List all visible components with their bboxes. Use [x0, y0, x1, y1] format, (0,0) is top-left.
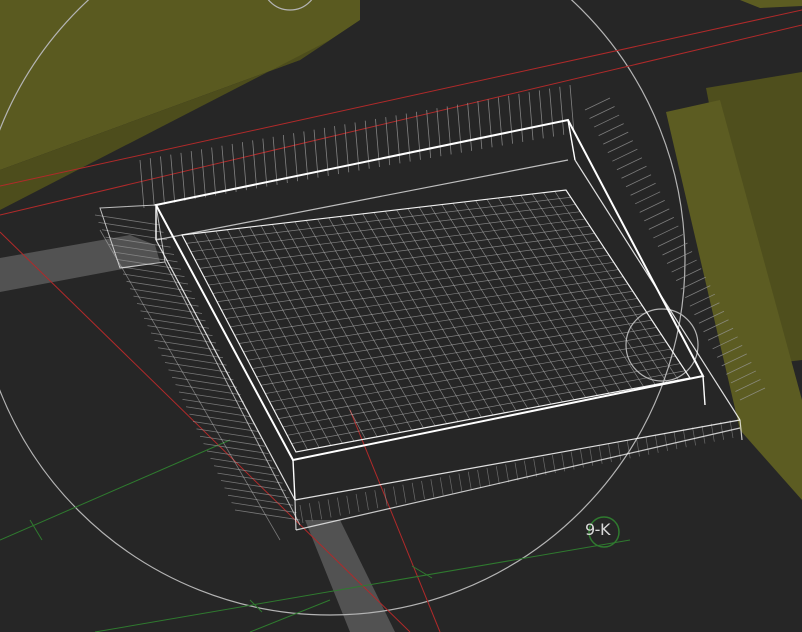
3d-model-scene[interactable]: [0, 0, 802, 632]
grey-beam-left: [0, 235, 160, 292]
grid-label[interactable]: 9-K: [585, 520, 610, 539]
floor-mesh: [181, 189, 691, 453]
3d-viewport[interactable]: 9-K: [0, 0, 802, 632]
olive-mass-right: [666, 0, 802, 500]
olive-mass-top-left: [0, 0, 360, 210]
